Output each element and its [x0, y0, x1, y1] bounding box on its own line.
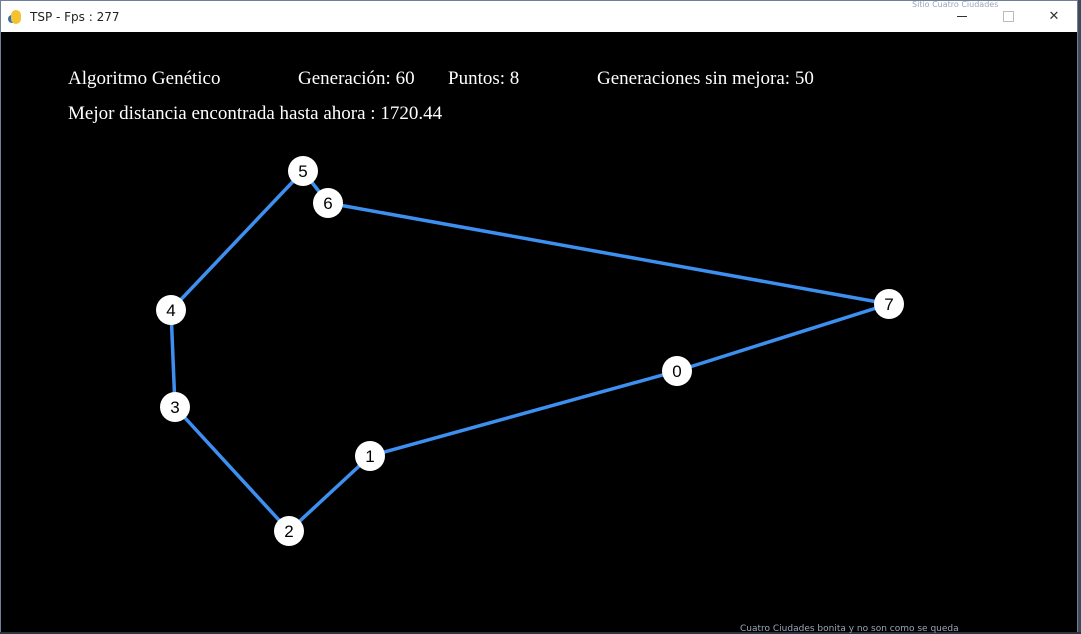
close-icon: ✕ — [1048, 9, 1060, 24]
tour-edges — [169, 169, 890, 533]
tsp-canvas: Algoritmo Genético Generación: 60 Puntos… — [1, 32, 1077, 632]
city-node-label: 5 — [298, 162, 307, 181]
python-snake-icon — [8, 9, 24, 25]
city-node-label: 7 — [884, 295, 893, 314]
tour-edge — [676, 302, 890, 373]
background-window-text-top: Sitio Cuatro Ciudades — [912, 0, 999, 9]
tour-edge — [169, 169, 305, 312]
city-node-label: 6 — [323, 194, 332, 213]
close-button[interactable]: ✕ — [1031, 1, 1077, 32]
tour-nodes: 0 1 2 3 4 56 7 — [156, 156, 904, 546]
tour-edge — [287, 454, 372, 533]
tour-edge — [369, 369, 678, 458]
city-node-label: 1 — [365, 447, 374, 466]
tour-graph: 0 1 2 3 4 56 7 — [156, 156, 904, 546]
tour-edge — [173, 405, 291, 533]
city-node-label: 4 — [166, 301, 175, 320]
city-node-label: 0 — [672, 362, 681, 381]
maximize-icon — [1002, 11, 1014, 22]
city-node-label: 2 — [284, 522, 293, 541]
app-window: TSP - Fps : 277 ✕ Algoritmo Genético Gen… — [0, 0, 1078, 632]
window-title: TSP - Fps : 277 — [30, 9, 120, 24]
city-node-label: 3 — [170, 398, 179, 417]
minimize-icon — [957, 16, 967, 17]
background-window-text: Cuatro Ciudades bonita y no son como se … — [740, 624, 959, 634]
tour-edge — [327, 201, 890, 306]
